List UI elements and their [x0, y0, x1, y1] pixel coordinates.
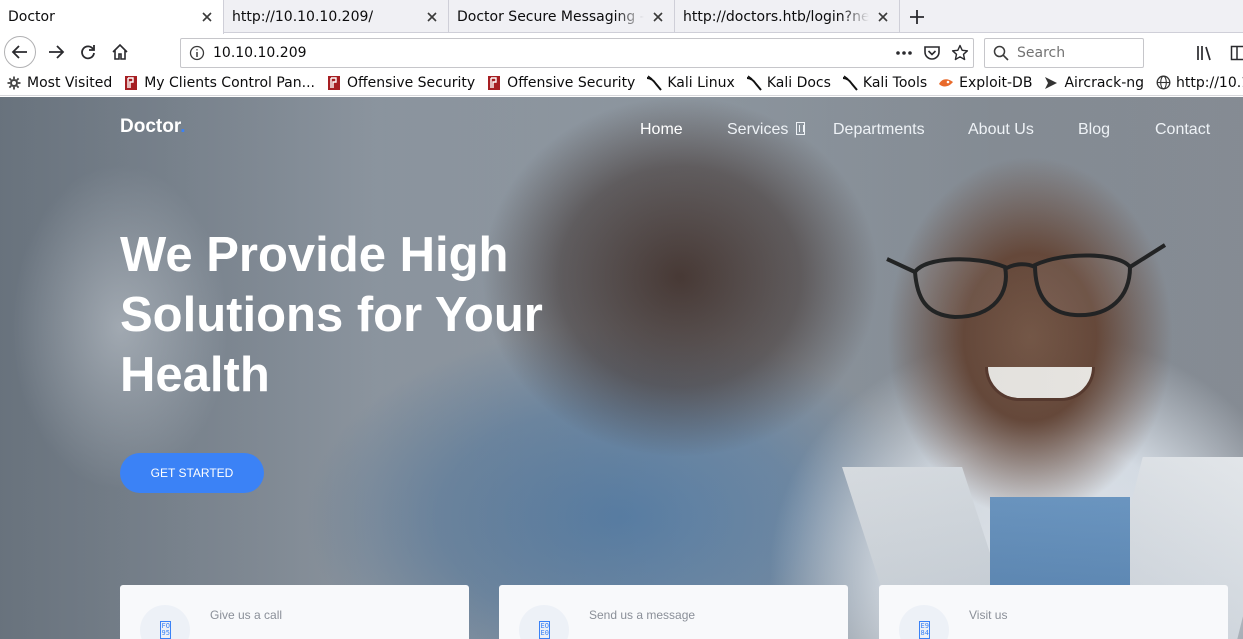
new-tab-button[interactable]	[900, 0, 934, 33]
address-bar-actions	[895, 39, 969, 67]
card-label: Give us a call	[210, 608, 283, 622]
star-icon[interactable]	[951, 44, 969, 62]
search-bar[interactable]: Search	[984, 38, 1144, 68]
kali-dragon-icon	[646, 74, 663, 91]
tab-title: Doctor	[8, 9, 55, 25]
exploit-db-icon	[938, 75, 954, 91]
tab-secure-messaging[interactable]: Doctor Secure Messaging - L	[449, 0, 675, 33]
location-icon: E9 84	[899, 605, 949, 639]
bookmark-my-clients[interactable]: My Clients Control Pan...	[117, 70, 320, 95]
arrow-right-icon	[49, 45, 65, 59]
sidebar-icon[interactable]	[1230, 44, 1243, 62]
info-icon[interactable]	[189, 45, 205, 61]
pocket-icon[interactable]	[923, 44, 941, 62]
bookmark-label: Kali Docs	[766, 74, 831, 91]
bookmark-most-visited[interactable]: Most Visited	[0, 70, 117, 95]
nav-services-label: Services	[727, 121, 789, 138]
address-bar[interactable]: 10.10.10.209	[180, 38, 974, 68]
site-logo[interactable]: Doctor.	[120, 116, 185, 138]
tab-title: http://doctors.htb/login?next	[683, 8, 869, 25]
bookmark-label: My Clients Control Pan...	[144, 74, 315, 91]
search-icon	[993, 45, 1009, 61]
card-label: Send us a message	[589, 608, 696, 622]
arrow-left-icon	[11, 45, 27, 59]
offsec-icon	[486, 75, 502, 91]
bookmark-label: Offensive Security	[507, 74, 636, 91]
navigation-toolbar: 10.10.10.209 Search	[0, 34, 1243, 70]
nav-home[interactable]: Home	[640, 121, 683, 139]
bookmark-label: Aircrack-ng	[1064, 74, 1145, 91]
logo-text: Doctor	[120, 116, 181, 137]
bookmark-label: http://10.11.1.11	[1176, 74, 1243, 91]
hero-headline: We Provide High Solutions for Your Healt…	[120, 228, 543, 402]
bookmarks-toolbar: Most Visited My Clients Control Pan... O…	[0, 70, 1243, 96]
offsec-icon	[123, 75, 139, 91]
library-icon[interactable]	[1196, 44, 1216, 62]
kali-dragon-icon	[746, 74, 762, 91]
bookmark-label: Kali Linux	[667, 74, 735, 91]
url-text[interactable]: 10.10.10.209	[213, 45, 307, 61]
toolbar-right	[1196, 38, 1243, 68]
plus-icon	[910, 9, 924, 24]
bookmark-offensive-security-1[interactable]: Offensive Security	[320, 70, 480, 95]
tab-title: http://10.10.10.209/	[232, 8, 374, 25]
contact-card-visit: E9 84 Visit us	[879, 585, 1228, 639]
tab-login[interactable]: http://doctors.htb/login?next	[675, 0, 900, 33]
offsec-icon	[326, 75, 342, 91]
web-page: Doctor. Home Services Departments About …	[0, 97, 1243, 639]
tab-strip: Doctor http://10.10.10.209/ Doctor Secur…	[0, 0, 1243, 34]
globe-icon	[1155, 75, 1171, 91]
dropdown-icon	[796, 122, 806, 135]
card-label: Visit us	[969, 608, 1008, 622]
close-tab-icon[interactable]	[199, 9, 215, 25]
bookmark-kali-tools[interactable]: Kali Tools	[836, 70, 932, 95]
nav-contact[interactable]: Contact	[1155, 121, 1210, 139]
kali-dragon-icon	[842, 74, 858, 91]
page-actions-icon[interactable]	[895, 45, 913, 61]
bookmark-kali-linux[interactable]: Kali Linux	[640, 70, 739, 95]
nav-blog[interactable]: Blog	[1078, 121, 1110, 139]
close-tab-icon[interactable]	[424, 9, 440, 25]
bookmark-offensive-security-2[interactable]: Offensive Security	[480, 70, 640, 95]
bookmark-label: Offensive Security	[346, 74, 476, 91]
bookmark-aircrack[interactable]: Aircrack-ng	[1037, 70, 1149, 95]
message-icon: EO E0	[519, 605, 569, 639]
tab-title: Doctor Secure Messaging - L	[457, 8, 644, 25]
phone-icon: FO 95	[140, 605, 190, 639]
back-button[interactable]	[4, 36, 36, 68]
tab-ip[interactable]: http://10.10.10.209/	[224, 0, 449, 33]
nav-services[interactable]: Services	[727, 121, 806, 139]
search-placeholder: Search	[1017, 45, 1066, 61]
reload-button[interactable]	[72, 37, 104, 67]
gear-icon	[6, 75, 22, 91]
bookmark-kali-docs[interactable]: Kali Docs	[740, 70, 836, 95]
home-icon	[112, 43, 128, 60]
close-tab-icon[interactable]	[875, 9, 891, 25]
logo-dot: .	[180, 116, 186, 137]
bookmark-label: Exploit-DB	[959, 74, 1033, 91]
forward-button[interactable]	[40, 37, 72, 67]
bookmark-exploit-db[interactable]: Exploit-DB	[932, 70, 1037, 95]
get-started-button[interactable]: GET STARTED	[120, 453, 264, 493]
nav-departments[interactable]: Departments	[833, 121, 925, 139]
home-button[interactable]	[104, 37, 136, 67]
contact-card-call: FO 95 Give us a call	[120, 585, 469, 639]
contact-card-message: EO E0 Send us a message	[499, 585, 848, 639]
bookmark-label: Most Visited	[27, 74, 113, 91]
aircrack-icon	[1043, 75, 1059, 91]
close-tab-icon[interactable]	[650, 9, 666, 25]
tab-doctor[interactable]: Doctor	[0, 0, 224, 34]
reload-icon	[81, 45, 95, 60]
bookmark-label: Kali Tools	[862, 74, 928, 91]
bookmark-ip[interactable]: http://10.11.1.11	[1149, 70, 1243, 95]
nav-about-us[interactable]: About Us	[968, 121, 1034, 139]
